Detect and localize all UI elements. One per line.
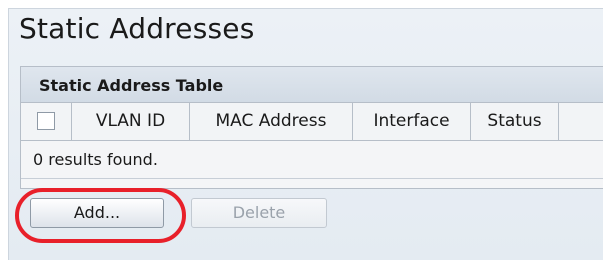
column-header-mac-address-label: MAC Address [215,111,327,131]
column-header-status-label: Status [487,111,542,131]
column-header-mac-address[interactable]: MAC Address [190,103,353,140]
select-all-cell [21,103,72,140]
select-all-checkbox[interactable] [37,112,55,130]
results-row: 0 results found. [21,141,603,179]
add-button[interactable]: Add... [30,198,164,228]
table-header-row: VLAN ID MAC Address Interface Status [21,103,603,141]
table-caption-text: Static Address Table [39,76,224,95]
table-caption: Static Address Table [21,67,603,103]
column-header-interface[interactable]: Interface [353,103,471,140]
column-header-interface-label: Interface [373,111,450,131]
page-title: Static Addresses [19,12,255,45]
results-count-text: 0 results found. [33,150,158,169]
delete-button[interactable]: Delete [191,198,327,228]
column-header-status[interactable]: Status [471,103,559,140]
column-header-vlan-id-label: VLAN ID [95,111,166,131]
column-header-vlan-id[interactable]: VLAN ID [72,103,190,140]
static-address-table: Static Address Table VLAN ID MAC Address… [20,66,603,189]
